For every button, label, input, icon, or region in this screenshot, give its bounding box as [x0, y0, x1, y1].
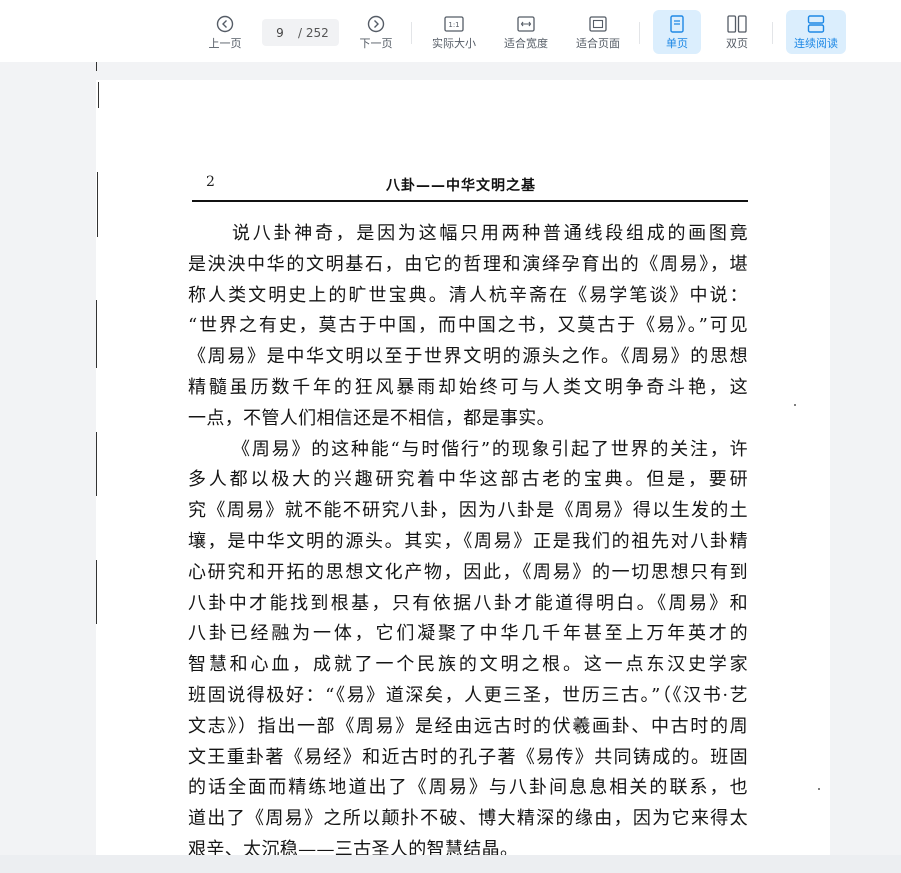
total-pages: / 252	[298, 25, 329, 40]
running-title: 八卦——中华文明之基	[386, 178, 536, 194]
prev-page-label: 上一页	[208, 37, 242, 50]
svg-text:1:1: 1:1	[448, 21, 459, 29]
double-page-label: 双页	[726, 37, 748, 50]
text-line: 称人类文明史上的旷世宝典。清人杭辛斋在《易学笔谈》中说：	[188, 284, 748, 306]
text-line: 精髓虽历数千年的狂风暴雨却始终可与人类文明争奇斗艳，这	[188, 376, 748, 398]
next-page-button[interactable]: 下一页	[354, 10, 398, 54]
text-line: 智慧和心血，成就了一个民族的文明之根。这一点东汉史学家	[188, 654, 748, 676]
page-body-text: 说八卦神奇，是因为这幅只用两种普通线段组成的画图竟 是泱泱中华的文明基石，由它的…	[188, 219, 748, 866]
double-page-button[interactable]: 双页	[713, 10, 761, 54]
fit-width-label: 适合宽度	[504, 37, 548, 50]
next-page-label: 下一页	[359, 37, 393, 50]
actual-size-button[interactable]: 1:1 实际大小	[427, 10, 481, 54]
fit-width-icon	[517, 14, 535, 34]
reader-toolbar: 上一页 9 / 252 下一页 1:1 实际大小 适合宽度 适合页面 单页 双页…	[0, 0, 901, 62]
text-line: 的话全面而精练地道出了《周易》与八卦间息息相关的联系，也	[188, 777, 748, 799]
actual-size-label: 实际大小	[432, 37, 476, 50]
page-indicator[interactable]: 9 / 252	[262, 19, 339, 46]
text-line: 壤，是中华文明的源头。其实，《周易》正是我们的祖先对八卦精	[188, 530, 748, 552]
single-page-label: 单页	[666, 37, 688, 50]
text-line: 班固说得极好：“《易》道深矣，人更三圣，世历三古。”（《汉书·艺	[188, 684, 748, 706]
scan-speck	[818, 788, 820, 790]
text-line: 多人都以极大的兴趣研究着中华这部古老的宝典。但是，要研	[188, 469, 748, 491]
scan-margin-mark	[96, 62, 97, 71]
fit-width-button[interactable]: 适合宽度	[499, 10, 553, 54]
prev-page-button[interactable]: 上一页	[203, 10, 247, 54]
page-header: 2 八卦——中华文明之基	[192, 172, 748, 202]
toolbar-divider	[411, 22, 412, 44]
text-line: 说八卦神奇，是因为这幅只用两种普通线段组成的画图竟	[232, 223, 748, 244]
toolbar-divider	[639, 22, 640, 44]
continuous-reading-button[interactable]: 连续阅读	[786, 10, 846, 54]
text-line: 是泱泱中华的文明基石，由它的哲理和演绎孕育出的《周易》，堪	[188, 253, 748, 275]
fit-page-icon	[589, 14, 607, 34]
chevron-left-circle-icon	[216, 14, 234, 34]
scan-margin-mark	[96, 560, 97, 624]
header-rule	[192, 200, 748, 202]
text-line: 《周易》的这种能“与时偕行”的现象引起了世界的关注，许	[232, 438, 748, 460]
fit-page-label: 适合页面	[576, 37, 620, 50]
continuous-reading-label: 连续阅读	[794, 37, 838, 50]
bottom-scroll-area	[0, 855, 901, 873]
text-line: 八卦已经融为一体，它们凝聚了中华几千年甚至上万年英才的	[188, 623, 748, 645]
scan-margin-mark	[97, 172, 98, 237]
scan-margin-mark	[96, 300, 97, 368]
text-line: 道出了《周易》之所以颠扑不破、博大精深的缘由，因为它来得太	[188, 808, 748, 830]
fit-page-button[interactable]: 适合页面	[571, 10, 625, 54]
scan-margin-mark	[96, 432, 97, 496]
actual-size-icon: 1:1	[444, 14, 464, 34]
scan-margin-mark	[98, 82, 99, 108]
scan-speck	[794, 404, 796, 406]
text-line: 究《周易》就不能不研究八卦，因为八卦是《周易》得以生发的土	[188, 500, 748, 522]
double-page-icon	[727, 14, 747, 34]
text-line: “世界之有史，莫古于中国，而中国之书，又莫古于《易》。”可见	[188, 315, 748, 337]
continuous-reading-icon	[807, 14, 825, 34]
toolbar-divider	[772, 22, 773, 44]
current-page-input[interactable]: 9	[262, 26, 298, 40]
text-line: 一点，不管人们相信还是不相信，都是事实。	[188, 407, 555, 429]
text-line: 八卦中才能找到根基，只有依据八卦才能道得明白。《周易》和	[188, 592, 748, 614]
page-number: 2	[206, 174, 215, 190]
text-line: 文志》）指出一部《周易》是经由远古时的伏羲画卦、中古时的周	[188, 715, 748, 737]
text-line: 《周易》是中华文明以至于世界文明的源头之作。《周易》的思想	[188, 346, 748, 368]
text-line: 心研究和开拓的思想文化产物，因此，《周易》的一切思想只有到	[188, 561, 748, 583]
single-page-button[interactable]: 单页	[653, 10, 701, 54]
single-page-icon	[670, 14, 684, 34]
text-line: 文王重卦著《易经》和近古时的孔子著《易传》共同铸成的。班固	[188, 746, 748, 768]
chevron-right-circle-icon	[367, 14, 385, 34]
